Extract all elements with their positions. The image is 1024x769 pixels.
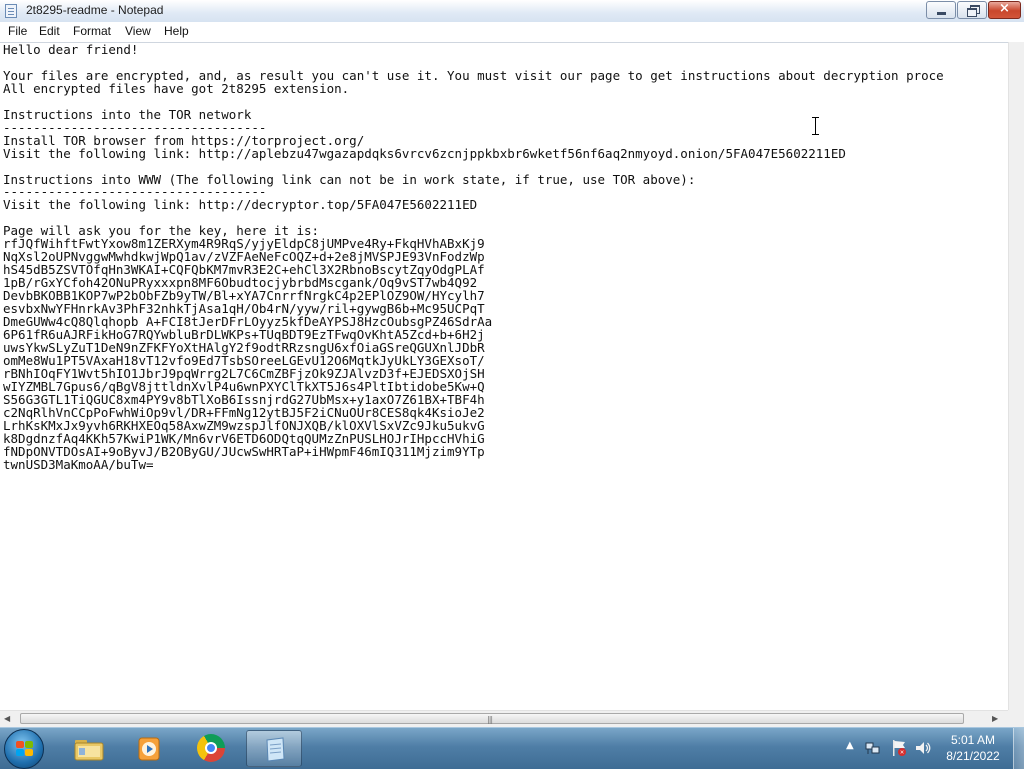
menu-bar: File Edit Format View Help — [0, 22, 1024, 42]
menu-format[interactable]: Format — [73, 24, 111, 38]
scroll-right-arrow-icon[interactable]: ▶ — [992, 714, 998, 723]
taskbar-explorer-button[interactable] — [60, 730, 116, 767]
action-center-flag-icon[interactable]: × — [891, 739, 907, 757]
folder-icon — [74, 740, 104, 761]
text-cursor-icon — [811, 117, 821, 135]
vertical-scrollbar[interactable] — [1008, 42, 1024, 710]
notepad-app-icon[interactable] — [5, 4, 17, 18]
restore-button[interactable] — [957, 1, 987, 19]
size-grip — [1008, 710, 1024, 727]
menu-view[interactable]: View — [125, 24, 151, 38]
close-button[interactable]: × — [988, 1, 1021, 19]
taskbar-chrome-button[interactable] — [182, 730, 238, 767]
clock-time: 5:01 AM — [950, 733, 996, 747]
clock-date: 8/21/2022 — [946, 749, 1000, 763]
menu-edit[interactable]: Edit — [39, 24, 60, 38]
taskbar-notepad-button[interactable] — [246, 730, 302, 767]
media-player-icon — [138, 737, 160, 761]
notepad-icon — [266, 737, 285, 762]
taskbar-media-player-button[interactable] — [120, 730, 176, 767]
windows-logo-icon — [16, 741, 34, 758]
scroll-left-arrow-icon[interactable]: ◀ — [4, 714, 10, 723]
window-title: 2t8295-readme - Notepad — [26, 3, 164, 17]
show-desktop-button[interactable] — [1013, 728, 1024, 769]
text-editor[interactable]: Hello dear friend! Your files are encryp… — [0, 42, 1008, 711]
scroll-grip-icon: ||| — [487, 715, 493, 724]
close-icon: × — [999, 1, 1010, 16]
volume-icon[interactable] — [914, 740, 932, 756]
menu-file[interactable]: File — [8, 24, 27, 38]
menu-help[interactable]: Help — [164, 24, 189, 38]
start-button[interactable] — [4, 729, 44, 769]
svg-text:×: × — [900, 750, 904, 757]
chrome-icon — [197, 734, 225, 762]
system-clock[interactable]: 5:01 AM 8/21/2022 — [940, 732, 1006, 764]
taskbar: ▲ × 5:01 AM 8/21/2022 — [0, 727, 1024, 769]
minimize-button[interactable] — [926, 1, 956, 19]
horizontal-scroll-thumb[interactable]: ||| — [20, 713, 964, 724]
horizontal-scrollbar[interactable]: ◀ ||| ▶ — [0, 710, 1008, 727]
network-icon[interactable] — [865, 740, 881, 756]
show-hidden-icons-icon[interactable]: ▲ — [846, 740, 854, 751]
document-text[interactable]: Hello dear friend! Your files are encryp… — [3, 43, 944, 471]
title-bar[interactable]: 2t8295-readme - Notepad × — [0, 0, 1024, 23]
